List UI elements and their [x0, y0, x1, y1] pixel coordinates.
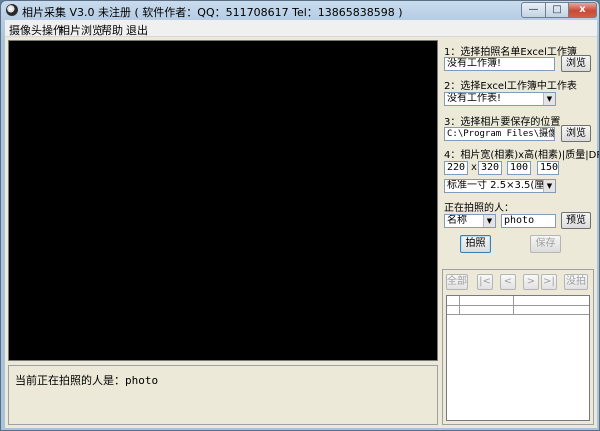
workbook-field[interactable]: 没有工作簿!	[444, 57, 555, 71]
next-record-button[interactable]: >	[523, 274, 539, 290]
grid-divider	[447, 314, 589, 315]
step3-label: 3：选择相片要保存的位置	[444, 117, 561, 128]
times-label: x	[471, 162, 478, 173]
sheet-select[interactable]: 没有工作表! ▼	[444, 92, 556, 106]
quality-field[interactable]: 100	[507, 161, 531, 175]
grid-divider	[447, 305, 589, 306]
photo-navigator: 全部 |< < > >| 没拍	[442, 269, 594, 425]
maximize-button[interactable]: □	[545, 2, 569, 18]
step2-label: 2：选择Excel工作簿中工作表	[444, 81, 577, 92]
save-button[interactable]: 保存	[530, 235, 561, 253]
browse-workbook-button[interactable]: 浏览	[561, 55, 591, 72]
chevron-down-icon: ▼	[483, 215, 495, 227]
not-taken-button[interactable]: 没拍	[564, 274, 588, 290]
photo-width-field[interactable]: 220	[444, 161, 468, 175]
first-record-button[interactable]: |<	[477, 274, 493, 290]
minimize-button[interactable]: —	[521, 2, 546, 18]
app-window: 相片采集 V3.0 未注册 ( 软件作者：QQ：511708617 Tel：13…	[0, 0, 600, 431]
capture-button[interactable]: 拍照	[460, 235, 491, 253]
client-area: 当前正在拍照的人是：photo 1：选择拍照名单Excel工作簿 没有工作簿! …	[5, 37, 600, 428]
last-record-button[interactable]: >|	[541, 274, 557, 290]
menu-photo-browse[interactable]: 相片浏览	[59, 22, 103, 38]
prev-record-button[interactable]: <	[500, 274, 516, 290]
size-preset-value: 标准一寸 2.5×3.5(厘米)	[447, 180, 556, 191]
browse-folder-button[interactable]: 浏览	[561, 125, 591, 142]
status-person-name: photo	[125, 374, 159, 387]
show-all-button[interactable]: 全部	[446, 274, 468, 290]
current-person-label: 正在拍照的人：	[444, 203, 514, 214]
step4-label: 4：相片宽(相素)x高(相素)|质量|DPI	[444, 150, 600, 161]
window-title: 相片采集 V3.0 未注册 ( 软件作者：QQ：511708617 Tel：13…	[22, 6, 403, 19]
size-preset-select[interactable]: 标准一寸 2.5×3.5(厘米) ▼	[444, 179, 556, 193]
camera-preview	[8, 40, 438, 361]
app-camera-icon	[6, 4, 18, 16]
dpi-field[interactable]: 150	[537, 161, 559, 175]
menu-exit[interactable]: 退出	[126, 22, 148, 38]
sheet-select-value: 没有工作表!	[447, 93, 502, 104]
current-person-status: 当前正在拍照的人是：photo	[15, 372, 158, 388]
status-prefix: 当前正在拍照的人是：	[15, 374, 125, 387]
chevron-down-icon: ▼	[543, 180, 555, 192]
close-button[interactable]: x	[568, 2, 597, 18]
menu-help[interactable]: 帮助	[101, 22, 123, 38]
field-select[interactable]: 名称 ▼	[444, 214, 496, 228]
settings-panel: 1：选择拍照名单Excel工作簿 没有工作簿! 浏览 2：选择Excel工作簿中…	[442, 37, 600, 428]
title-bar: 相片采集 V3.0 未注册 ( 软件作者：QQ：511708617 Tel：13…	[1, 1, 599, 20]
person-name-field[interactable]: photo	[501, 214, 556, 228]
save-path-field[interactable]: C:\Program Files\摄像头相片	[444, 127, 555, 141]
menu-bar: 摄像头操作 相片浏览 帮助 退出	[5, 20, 597, 37]
status-panel: 当前正在拍照的人是：photo	[8, 365, 438, 425]
photo-height-field[interactable]: 320	[478, 161, 502, 175]
chevron-down-icon: ▼	[543, 93, 555, 105]
step1-label: 1：选择拍照名单Excel工作簿	[444, 47, 577, 58]
records-grid[interactable]	[446, 295, 590, 421]
field-select-value: 名称	[447, 215, 467, 226]
menu-camera-ops[interactable]: 摄像头操作	[9, 22, 64, 38]
preview-button[interactable]: 预览	[561, 212, 591, 229]
